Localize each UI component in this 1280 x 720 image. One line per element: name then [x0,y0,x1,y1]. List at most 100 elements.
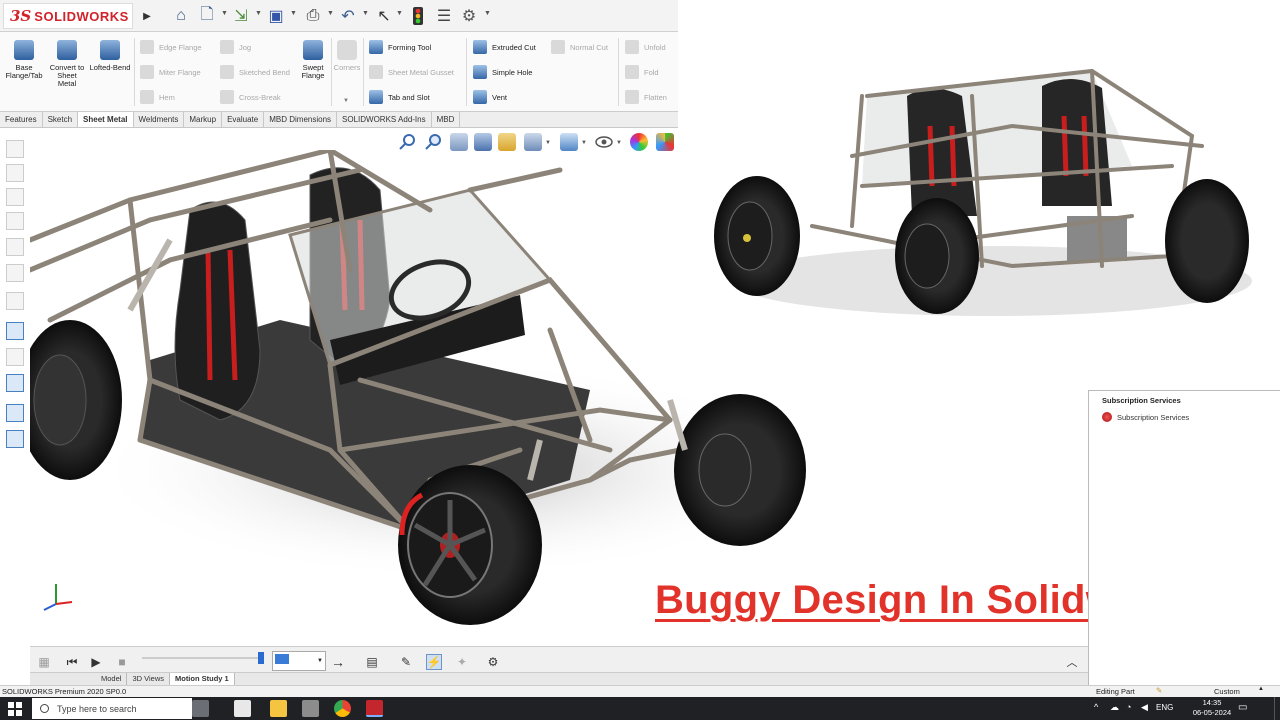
rebuild-status-icon[interactable]: ✎ [1156,686,1162,695]
print-icon[interactable]: ⎙ [302,5,324,27]
notifications-icon[interactable]: ▭ [1238,702,1247,713]
chevron-down-icon[interactable]: ▼ [362,10,369,17]
sheet-metal-gusset-button[interactable]: Sheet Metal Gusset [369,64,454,80]
tab-and-slot-button[interactable]: Tab and Slot [369,89,430,105]
subscription-services-link[interactable]: Subscription Services [1102,412,1189,422]
tab-3d-views[interactable]: 3D Views [127,673,170,685]
show-desktop-button[interactable] [1274,697,1278,720]
view-cube-icon[interactable] [6,188,24,206]
display-style-icon[interactable] [560,133,578,151]
miter-flange-button[interactable]: Miter Flange [140,64,201,80]
dynamic-annotation-icon[interactable] [498,133,516,151]
clock[interactable]: 14:35 06-05-2024 [1192,698,1232,718]
view-cube-icon[interactable] [6,212,24,230]
app-icon[interactable] [302,700,319,717]
add-key-icon[interactable]: ✦ [454,654,470,670]
solidworks-taskbar-icon[interactable] [366,700,383,717]
previous-view-icon[interactable] [450,133,468,151]
tab-sheet-metal[interactable]: Sheet Metal [78,112,134,127]
volume-icon[interactable]: ◀ [1141,702,1148,713]
rebuild-icon[interactable] [407,5,429,27]
copy-icon[interactable] [6,404,24,422]
chevron-down-icon[interactable]: ▼ [343,98,349,104]
base-flange-button[interactable]: Base Flange/Tab [5,40,43,80]
normal-cut-button[interactable]: Normal Cut [551,39,608,55]
extruded-cut-button[interactable]: Extruded Cut [473,39,536,55]
animation-wizard-icon[interactable]: ✎ [398,654,414,670]
display-icon[interactable] [6,374,24,392]
camera-app-icon[interactable] [192,700,209,717]
chevron-up-icon[interactable]: ^ [1094,702,1098,712]
collapse-icon[interactable]: ︿ [1064,654,1080,670]
playback-slider-thumb[interactable] [258,652,264,664]
play-from-start-icon[interactable]: ⏮ [64,654,80,670]
zoom-to-fit-icon[interactable] [398,133,416,151]
tab-features[interactable]: Features [0,112,43,127]
new-document-icon[interactable]: 🗋 [196,5,218,27]
tab-model[interactable]: Model [96,673,128,685]
playback-slider-track[interactable] [142,657,262,659]
view-cube-icon[interactable] [6,238,24,256]
view-cube-icon[interactable] [6,264,24,282]
hem-button[interactable]: Hem [140,89,175,105]
chevron-down-icon[interactable]: ▼ [484,10,491,17]
play-icon[interactable]: ▶ [88,654,104,670]
save-animation-icon[interactable]: ▤ [364,654,380,670]
file-properties-icon[interactable]: ☰ [433,5,455,27]
swept-flange-button[interactable]: Swept Flange [297,40,329,80]
stop-icon[interactable]: ■ [114,654,130,670]
wifi-icon[interactable]: ◔ [1126,702,1131,712]
edge-flange-button[interactable]: Edge Flange [140,39,202,55]
lofted-bend-button[interactable]: Lofted-Bend [88,40,132,72]
calculate-icon[interactable]: ▦ [36,654,52,670]
autokey-icon[interactable]: ⚡ [426,654,442,670]
input-language[interactable]: ENG [1156,703,1173,712]
hide-show-items-icon[interactable] [595,133,613,151]
tab-mbd-dimensions[interactable]: MBD Dimensions [264,112,338,127]
view-cube-icon[interactable] [6,140,24,158]
cloud-icon[interactable]: ☁ [1110,702,1119,713]
view-orientation-icon[interactable] [524,133,542,151]
view-cube-icon[interactable] [6,292,24,310]
layers-icon[interactable] [6,430,24,448]
file-explorer-icon[interactable] [270,700,287,717]
section-view-icon[interactable] [474,133,492,151]
tab-weldments[interactable]: Weldments [134,112,185,127]
chevron-down-icon[interactable]: ▼ [290,10,297,17]
chevron-down-icon[interactable]: ▼ [545,140,551,146]
chevron-up-icon[interactable]: ▲ [1258,686,1264,692]
fold-button[interactable]: Fold [625,64,659,80]
zoom-to-area-icon[interactable] [424,133,442,151]
tab-mbd[interactable]: MBD [432,112,461,127]
corners-button[interactable]: Corners [333,40,361,72]
solidworks-logo[interactable]: 3S SOLIDWORKS [3,3,133,29]
tab-evaluate[interactable]: Evaluate [222,112,265,127]
forming-tool-button[interactable]: Forming Tool [369,39,431,55]
playback-mode-icon[interactable]: → [330,654,346,670]
sketch-tool-icon[interactable] [6,348,24,366]
chevron-down-icon[interactable]: ▼ [396,10,403,17]
tab-sketch[interactable]: Sketch [43,112,79,127]
chevron-down-icon[interactable]: ▼ [221,10,228,17]
tab-markup[interactable]: Markup [184,112,223,127]
apply-scene-icon[interactable] [656,133,674,151]
flatten-button[interactable]: Flatten [625,89,667,105]
chevron-down-icon[interactable]: ▼ [327,10,334,17]
cross-break-button[interactable]: Cross-Break [220,89,281,105]
view-cube-icon[interactable] [6,164,24,182]
chevron-down-icon[interactable]: ▼ [581,140,587,146]
jog-button[interactable]: Jog [220,39,251,55]
undo-icon[interactable]: ↶ [337,5,359,27]
home-icon[interactable]: ⌂ [170,5,192,27]
unfold-button[interactable]: Unfold [625,39,666,55]
tab-motion-study-1[interactable]: Motion Study 1 [169,673,235,685]
playback-speed-select[interactable]: ▼ [272,651,326,671]
snipping-tool-icon[interactable] [234,700,251,717]
vent-button[interactable]: Vent [473,89,507,105]
tab-solidworks-add-ins[interactable]: SOLIDWORKS Add-Ins [337,112,432,127]
convert-to-sheet-metal-button[interactable]: Convert to Sheet Metal [48,40,86,88]
motion-study-properties-icon[interactable]: ⚙ [485,654,501,670]
chevron-down-icon[interactable]: ▼ [255,10,262,17]
save-icon[interactable]: ▣ [265,5,287,27]
windows-start-icon[interactable] [8,702,22,716]
